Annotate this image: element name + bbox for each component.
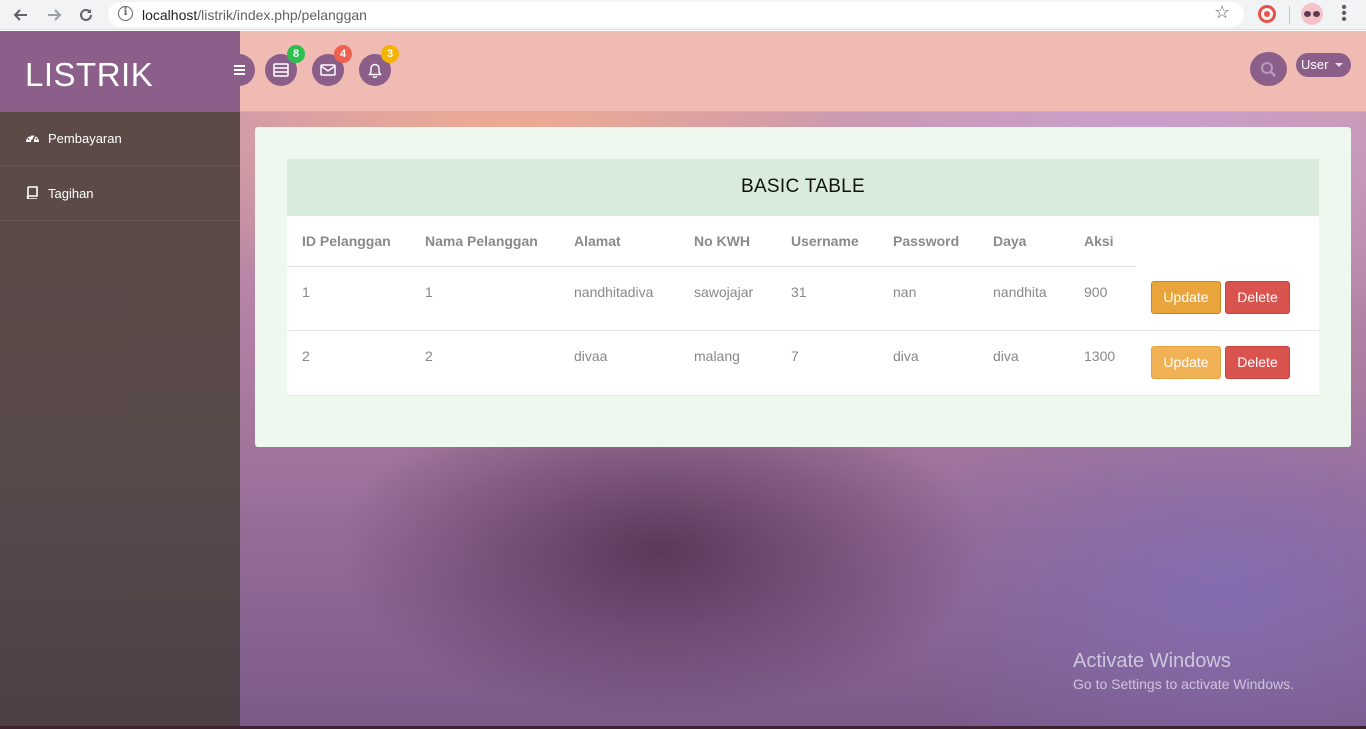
- basic-table: BASIC TABLE ID Pelanggan Nama Pelanggan …: [287, 159, 1319, 396]
- table-cell: 1: [425, 284, 433, 300]
- url-text: localhost/listrik/index.php/pelanggan: [142, 7, 367, 23]
- address-bar[interactable]: i localhost/listrik/index.php/pelanggan: [108, 2, 1244, 27]
- windows-watermark-subtitle: Go to Settings to activate Windows.: [1073, 676, 1294, 692]
- menu-toggle-button[interactable]: [221, 54, 255, 86]
- content-card: BASIC TABLE ID Pelanggan Nama Pelanggan …: [255, 127, 1351, 447]
- column-header-alamat: Alamat: [574, 233, 621, 249]
- sidebar-item-tagihan[interactable]: Tagihan: [0, 167, 240, 221]
- row-divider: [287, 330, 1319, 331]
- browser-menu-icon[interactable]: • • •: [1338, 0, 1350, 28]
- search-icon: [1261, 62, 1276, 77]
- table-cell: divaa: [574, 348, 608, 364]
- table-cell: nandhita: [993, 284, 1047, 300]
- update-button[interactable]: Update: [1151, 281, 1221, 314]
- column-header-id: ID Pelanggan: [302, 233, 391, 249]
- brand-title[interactable]: LISTRIK: [25, 56, 153, 94]
- column-header-no-kwh: No KWH: [694, 233, 750, 249]
- user-menu-button[interactable]: User: [1296, 53, 1351, 77]
- bookmark-star-icon[interactable]: ☆: [1214, 2, 1230, 23]
- table-cell: sawojajar: [694, 284, 754, 300]
- update-button[interactable]: Update: [1151, 346, 1221, 379]
- forward-icon[interactable]: [43, 4, 65, 26]
- browser-toolbar: i localhost/listrik/index.php/pelanggan …: [0, 0, 1366, 30]
- column-header-password: Password: [893, 233, 960, 249]
- bell-icon: [368, 63, 382, 78]
- extension-icon[interactable]: [1258, 5, 1276, 23]
- profile-avatar[interactable]: [1301, 3, 1323, 25]
- column-header-daya: Daya: [993, 233, 1027, 249]
- site-info-icon[interactable]: i: [118, 6, 133, 21]
- table-cell: 2: [302, 348, 310, 364]
- column-header-username: Username: [791, 233, 859, 249]
- table-cell: nan: [893, 284, 917, 300]
- sidebar: LISTRIK Pembayaran Tagihan: [0, 31, 240, 729]
- column-header-aksi: Aksi: [1084, 233, 1114, 249]
- delete-button[interactable]: Delete: [1225, 281, 1290, 314]
- search-button[interactable]: [1250, 52, 1287, 86]
- tasks-badge: 8: [287, 45, 305, 63]
- table-cell: 900: [1084, 284, 1108, 300]
- table-cell: diva: [993, 348, 1019, 364]
- table-header-panel: BASIC TABLE: [287, 159, 1319, 216]
- sidebar-item-label: Tagihan: [48, 186, 94, 201]
- table-title: BASIC TABLE: [740, 176, 866, 197]
- windows-watermark-title: Activate Windows: [1073, 650, 1231, 672]
- brand-area: LISTRIK: [0, 31, 240, 112]
- table-cell: diva: [893, 348, 919, 364]
- sidebar-item-label: Pembayaran: [48, 131, 122, 146]
- table-cell: 1300: [1084, 348, 1116, 364]
- column-header-nama: Nama Pelanggan: [425, 233, 538, 249]
- notifications-badge: 3: [381, 45, 399, 63]
- envelope-icon: [320, 64, 336, 76]
- reload-icon[interactable]: [75, 4, 97, 26]
- header-divider: [287, 266, 1136, 267]
- tasks-icon: [273, 63, 289, 77]
- delete-button[interactable]: Delete: [1225, 346, 1290, 379]
- toolbar-divider: [1289, 6, 1290, 24]
- top-header: [240, 31, 1366, 112]
- table-cell: 31: [791, 284, 807, 300]
- dashboard-icon: [25, 131, 39, 145]
- sidebar-item-pembayaran[interactable]: Pembayaran: [0, 112, 240, 166]
- table-cell: 7: [791, 348, 799, 364]
- table-cell: nandhitadiva: [574, 284, 654, 300]
- chevron-down-icon: [1335, 63, 1343, 67]
- table-cell: 1: [302, 284, 310, 300]
- messages-badge: 4: [334, 45, 352, 63]
- table-cell: 2: [425, 348, 433, 364]
- back-icon[interactable]: [10, 4, 32, 26]
- book-icon: [25, 186, 39, 200]
- user-label: User: [1301, 57, 1329, 72]
- table-cell: malang: [694, 348, 740, 364]
